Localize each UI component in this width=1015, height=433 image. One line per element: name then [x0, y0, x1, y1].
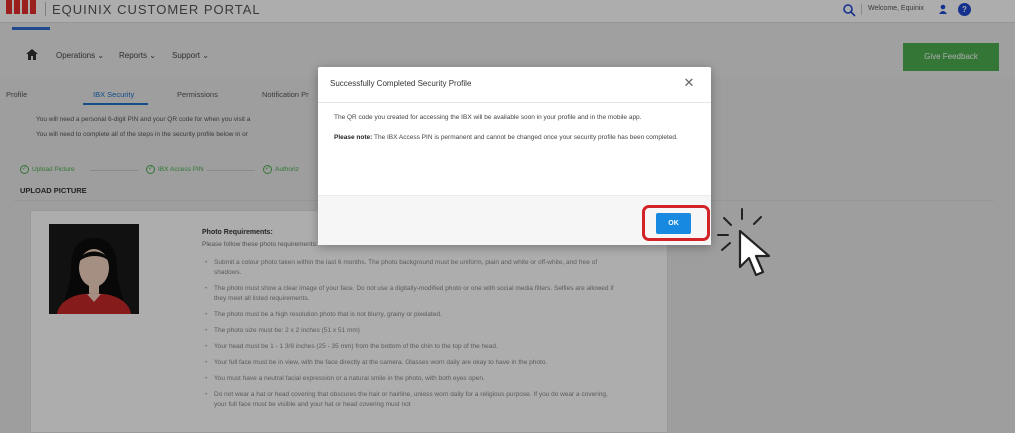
click-cursor-icon [717, 208, 771, 277]
close-icon[interactable]: ✕ [682, 76, 696, 90]
dialog-message: The QR code you created for accessing th… [334, 114, 642, 121]
dialog-body: The QR code you created for accessing th… [334, 113, 694, 153]
ok-button-highlight [642, 205, 710, 241]
note-label: Please note: [334, 134, 373, 141]
note-text: The IBX Access PIN is permanent and cann… [372, 134, 678, 141]
dialog-header: Successfully Completed Security Profile … [318, 67, 711, 103]
dialog-title: Successfully Completed Security Profile [330, 79, 472, 88]
dialog-note: Please note: The IBX Access PIN is perma… [334, 133, 694, 143]
